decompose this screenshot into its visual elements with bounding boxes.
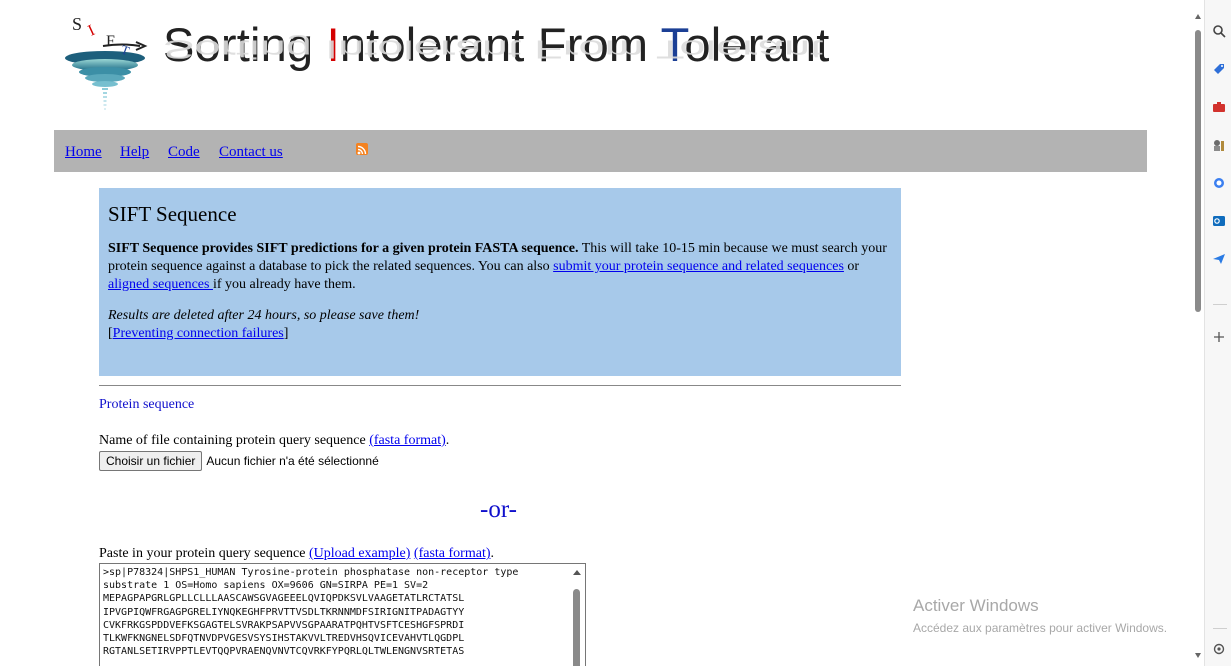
sequence-line: >sp|P78324|SHPS1_HUMAN Tyrosine-protein … bbox=[103, 567, 519, 578]
sidebar-separator bbox=[1213, 628, 1227, 629]
search-icon[interactable] bbox=[1212, 24, 1226, 38]
games-icon[interactable] bbox=[1212, 138, 1226, 152]
paste-label-period: . bbox=[490, 546, 495, 561]
activation-watermark-subtitle: Accédez aux paramètres pour activer Wind… bbox=[913, 621, 1168, 635]
aligned-sequences-link[interactable]: aligned sequences bbox=[108, 277, 213, 292]
sequence-line: TLKWFKNGNELSDFQTNVDPVGESVSYSIHSTAKVVLTRE… bbox=[103, 633, 465, 645]
upload-example-link[interactable]: (Upload example) bbox=[309, 546, 410, 561]
info-bold-intro: SIFT Sequence provides SIFT predictions … bbox=[108, 241, 579, 256]
info-description: SIFT Sequence provides SIFT predictions … bbox=[108, 240, 892, 294]
nav-bar: Home Help Code Contact us bbox=[54, 130, 1147, 172]
paste-label-text: Paste in your protein query sequence bbox=[99, 546, 309, 561]
page-scroll-down-icon[interactable] bbox=[1195, 653, 1201, 658]
send-icon[interactable] bbox=[1212, 252, 1226, 266]
outlook-icon[interactable] bbox=[1212, 214, 1226, 228]
info-text-c: if you already have them. bbox=[212, 277, 356, 292]
file-status-text: Aucun fichier n'a été sélectionné bbox=[206, 454, 379, 468]
logo-letter-s: S bbox=[72, 14, 82, 34]
sequence-line: MEPAGPAPGRLGPLLCLLLAASCAWSGVAGEEELQVIQPD… bbox=[103, 593, 465, 605]
info-box: SIFT Sequence SIFT Sequence provides SIF… bbox=[99, 188, 901, 376]
sift-logo: S I F T bbox=[65, 14, 148, 110]
protein-sequence-heading: Protein sequence bbox=[99, 397, 195, 412]
scroll-up-arrow-icon[interactable] bbox=[573, 570, 581, 575]
paste-sequence-label: Paste in your protein query sequence (Up… bbox=[99, 546, 494, 562]
sequence-line: CVKFRKGSPDDVEFKSGAGTELSVRAKPSAPVVSGPAARA… bbox=[103, 619, 465, 631]
nav-contact-link[interactable]: Contact us bbox=[219, 144, 283, 161]
browser-sidebar bbox=[1204, 0, 1231, 666]
page-scrollbar[interactable] bbox=[1192, 0, 1204, 666]
textarea-scrollbar[interactable] bbox=[570, 565, 584, 666]
logo-letter-i: I bbox=[86, 22, 98, 40]
paste-fasta-format-link[interactable]: (fasta format) bbox=[414, 546, 491, 561]
sidebar-separator bbox=[1213, 304, 1227, 305]
sequence-line: IPVGPIQWFRGAGPGRELIYNQKEGHFPRVTTVSDLTKRN… bbox=[103, 606, 465, 618]
site-banner: S I F T Sorting Intolerant From Tolerant… bbox=[58, 8, 829, 126]
sequence-text[interactable]: >sp|P78324|SHPS1_HUMAN Tyrosine-protein … bbox=[103, 566, 518, 658]
nav-home-link[interactable]: Home bbox=[65, 144, 102, 161]
briefcase-icon[interactable] bbox=[1212, 100, 1226, 114]
nav-help-link[interactable]: Help bbox=[120, 144, 149, 161]
logo-letter-f: F bbox=[106, 33, 115, 50]
file-fasta-format-link[interactable]: (fasta format) bbox=[369, 433, 446, 448]
preventing-connection-failures-link[interactable]: Preventing connection failures bbox=[113, 326, 284, 341]
file-input: Choisir un fichier Aucun fichier n'a été … bbox=[99, 451, 379, 471]
results-deleted-note: Results are deleted after 24 hours, so p… bbox=[108, 308, 420, 323]
or-separator: -or- bbox=[480, 496, 517, 523]
file-upload-label: Name of file containing protein query se… bbox=[99, 433, 449, 449]
info-text-b: or bbox=[843, 259, 860, 274]
sequence-textarea[interactable]: >sp|P78324|SHPS1_HUMAN Tyrosine-protein … bbox=[99, 563, 586, 666]
activation-watermark-title: Activer Windows bbox=[913, 596, 1039, 615]
scroll-thumb[interactable] bbox=[573, 589, 580, 666]
choose-file-button[interactable]: Choisir un fichier bbox=[99, 451, 203, 471]
page-content: S I F T Sorting Intolerant From Tolerant… bbox=[0, 0, 1200, 666]
page-scroll-up-icon[interactable] bbox=[1195, 14, 1201, 19]
rss-feed-icon[interactable] bbox=[356, 143, 368, 155]
sequence-line: substrate 1 OS=Homo sapiens OX=9606 GN=S… bbox=[103, 580, 429, 592]
nav-code-link[interactable]: Code bbox=[168, 144, 200, 161]
bracket-close: ] bbox=[283, 326, 289, 341]
page-scroll-thumb[interactable] bbox=[1195, 30, 1201, 312]
tag-icon[interactable] bbox=[1212, 62, 1226, 76]
copilot-icon[interactable] bbox=[1212, 176, 1226, 190]
submit-related-sequences-link[interactable]: submit your protein sequence and related… bbox=[553, 259, 844, 274]
site-title-reflection: Sorting Intolerant From Tolerant bbox=[163, 34, 824, 64]
section-divider bbox=[99, 385, 901, 386]
add-icon[interactable] bbox=[1212, 330, 1226, 344]
info-note: Results are deleted after 24 hours, so p… bbox=[108, 307, 892, 343]
file-label-period: . bbox=[445, 433, 450, 448]
file-label-text: Name of file containing protein query se… bbox=[99, 433, 370, 448]
settings-icon[interactable] bbox=[1212, 642, 1226, 656]
sequence-line: RGTANLSETIRVPPTLEVTQQPVRAENQVNVTCQVRKFYP… bbox=[103, 646, 465, 658]
info-title: SIFT Sequence bbox=[108, 202, 237, 226]
